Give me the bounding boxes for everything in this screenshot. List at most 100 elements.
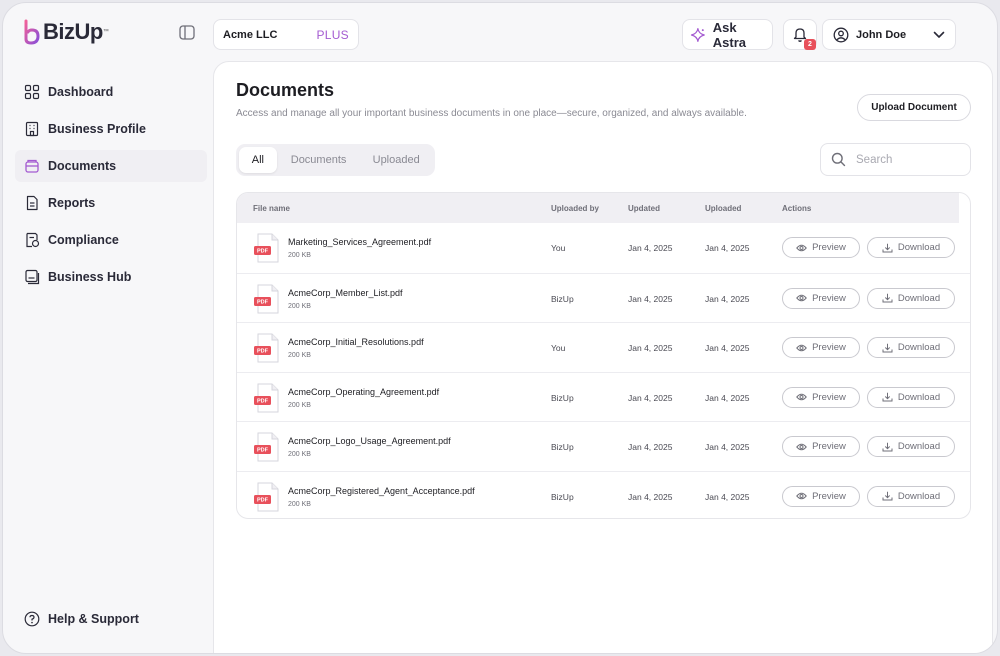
page-title: Documents <box>236 80 335 100</box>
file-name[interactable]: AcmeCorp_Member_List.pdf <box>288 288 403 298</box>
preview-label: Preview <box>812 391 846 403</box>
file-name[interactable]: Marketing_Services_Agreement.pdf <box>288 237 431 247</box>
uploaded-by: BizUp <box>551 392 574 403</box>
app-window: BizUp ™ Acme LLC PLUS Ask Astra 2 John D… <box>2 2 998 654</box>
help-support-label: Help & Support <box>48 612 139 626</box>
preview-button[interactable]: Preview <box>782 287 860 309</box>
logo[interactable]: BizUp ™ <box>23 19 109 45</box>
uploaded-by: You <box>551 243 566 253</box>
eye-icon <box>796 393 807 401</box>
sidebar-item-dashboard[interactable]: Dashboard <box>15 76 207 108</box>
file-name[interactable]: AcmeCorp_Registered_Agent_Acceptance.pdf <box>288 486 475 496</box>
updated-date: Jan 4, 2025 <box>628 392 673 403</box>
uploaded-by: You <box>551 343 566 353</box>
download-button[interactable]: Download <box>867 237 955 258</box>
eye-icon <box>796 244 807 251</box>
help-support-link[interactable]: Help & Support <box>15 607 139 631</box>
download-button[interactable]: Download <box>867 485 955 507</box>
upload-document-button[interactable]: Upload Document <box>857 94 971 121</box>
eye-icon <box>796 294 807 302</box>
building-icon <box>25 121 39 137</box>
notifications-button[interactable]: 2 <box>783 19 817 50</box>
updated-date: Jan 4, 2025 <box>628 243 673 253</box>
preview-label: Preview <box>812 490 846 502</box>
download-label: Download <box>897 242 941 253</box>
download-button[interactable]: Download <box>867 287 955 309</box>
ask-astra-button[interactable]: Ask Astra <box>682 19 773 50</box>
uploaded-by: BizUp <box>551 491 574 502</box>
preview-button[interactable]: Preview <box>782 436 860 457</box>
filter-tabs: All Documents Uploaded <box>236 144 435 176</box>
sidebar-item-label: Business Hub <box>48 270 132 284</box>
file-name[interactable]: AcmeCorp_Logo_Usage_Agreement.pdf <box>288 436 451 446</box>
tab-documents[interactable]: Documents <box>277 147 361 173</box>
preview-button[interactable]: Preview <box>782 237 860 258</box>
sidebar-item-label: Dashboard <box>48 85 114 99</box>
chevron-down-icon <box>933 31 945 38</box>
pdf-badge-text: PDF <box>257 349 269 355</box>
sidebar-item-label: Compliance <box>48 233 119 247</box>
download-label: Download <box>897 441 941 452</box>
pdf-badge-text: PDF <box>257 398 269 404</box>
col-uploaded: Uploaded <box>705 204 742 213</box>
sidebar-item-label: Documents <box>48 159 117 173</box>
download-label: Download <box>897 292 941 304</box>
tab-uploaded[interactable]: Uploaded <box>360 147 432 173</box>
preview-button[interactable]: Preview <box>782 337 860 358</box>
ask-astra-label: Ask Astra <box>712 19 746 50</box>
download-icon <box>882 491 893 501</box>
table-row: PDF Marketing_Services_Agreement.pdf 200… <box>237 223 970 273</box>
download-button[interactable]: Download <box>867 436 955 457</box>
preview-button[interactable]: Preview <box>782 386 860 408</box>
file-name[interactable]: AcmeCorp_Initial_Resolutions.pdf <box>288 337 424 347</box>
download-icon <box>882 343 893 352</box>
user-name: John Doe <box>856 28 907 41</box>
pdf-file-icon: PDF <box>254 333 279 363</box>
sidebar-item-business-profile[interactable]: Business Profile <box>15 113 207 145</box>
col-file-name: File name <box>253 204 290 213</box>
table-row: PDF AcmeCorp_Registered_Agent_Acceptance… <box>237 470 970 519</box>
sidebar-item-reports[interactable]: Reports <box>15 187 207 219</box>
download-label: Download <box>897 391 941 403</box>
sidebar-item-business-hub[interactable]: Business Hub <box>15 261 207 293</box>
pdf-badge-text: PDF <box>257 299 269 305</box>
preview-label: Preview <box>812 292 846 304</box>
sidebar-item-compliance[interactable]: Compliance <box>15 224 207 256</box>
eye-icon <box>796 443 807 450</box>
search-input[interactable] <box>856 153 956 166</box>
company-selector[interactable]: Acme LLC PLUS <box>213 19 359 50</box>
sidebar-item-documents[interactable]: Documents <box>15 150 207 182</box>
user-menu-button[interactable]: John Doe <box>822 19 956 50</box>
hub-icon <box>25 269 40 285</box>
preview-button[interactable]: Preview <box>782 485 860 507</box>
col-uploaded-by: Uploaded by <box>551 204 600 213</box>
pdf-file-icon: PDF <box>254 233 279 263</box>
file-name[interactable]: AcmeCorp_Operating_Agreement.pdf <box>288 387 439 397</box>
table-row: PDF AcmeCorp_Logo_Usage_Agreement.pdf 20… <box>237 421 970 471</box>
table-row: PDF AcmeCorp_Member_List.pdf 200 KB BizU… <box>237 272 970 323</box>
download-label: Download <box>897 490 941 502</box>
report-icon <box>26 195 38 211</box>
sidebar: Dashboard Business Profile Documents Rep… <box>3 73 211 653</box>
documents-table: File name Uploaded by Updated Uploaded A… <box>236 192 971 519</box>
sidebar-item-label: Reports <box>48 196 96 210</box>
updated-date: Jan 4, 2025 <box>628 343 673 353</box>
tab-all[interactable]: All <box>239 147 277 173</box>
download-icon <box>882 243 893 252</box>
search-icon <box>831 152 846 167</box>
pdf-file-icon: PDF <box>254 482 279 511</box>
sidebar-toggle-icon[interactable] <box>179 25 195 40</box>
search-box[interactable] <box>820 143 971 176</box>
uploaded-date: Jan 4, 2025 <box>705 491 750 502</box>
file-size: 200 KB <box>288 302 311 310</box>
file-size: 200 KB <box>288 352 311 359</box>
help-icon <box>24 611 40 627</box>
download-button[interactable]: Download <box>867 386 955 408</box>
file-size: 200 KB <box>288 401 311 409</box>
pdf-file-icon: PDF <box>254 284 279 313</box>
uploaded-by: BizUp <box>551 293 574 304</box>
user-avatar-icon <box>833 27 849 42</box>
download-button[interactable]: Download <box>867 337 955 358</box>
pdf-file-icon: PDF <box>254 432 279 462</box>
preview-label: Preview <box>812 441 846 452</box>
